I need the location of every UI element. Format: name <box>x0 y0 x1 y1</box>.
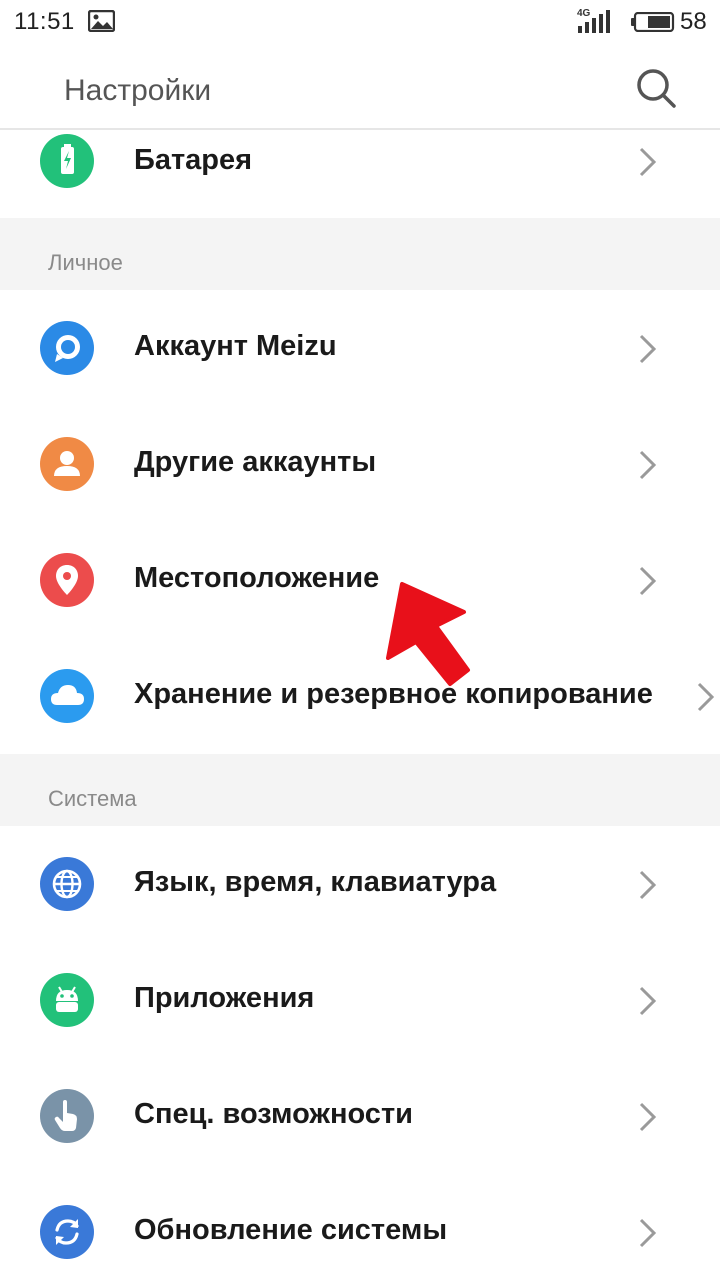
app-bar: Настройки <box>0 44 720 130</box>
chevron-right-icon <box>639 334 657 364</box>
section-header-system: Система <box>0 754 720 826</box>
battery-icon <box>40 134 94 188</box>
globe-icon <box>40 857 94 911</box>
section-header-personal: Личное <box>0 218 720 290</box>
red-arrow-annotation-icon <box>386 582 470 686</box>
settings-item-apps[interactable]: Приложения <box>0 942 720 1058</box>
update-icon <box>40 1205 94 1259</box>
chevron-right-icon <box>639 870 657 900</box>
settings-item-backup[interactable]: Хранение и резервное копирование <box>0 638 720 754</box>
chevron-right-icon <box>639 1102 657 1132</box>
settings-list: Батарея Личное Аккаунт Meizu Другие акка… <box>0 132 720 1280</box>
section-label: Система <box>48 786 137 811</box>
settings-item-label: Приложения <box>134 982 315 1014</box>
chevron-right-icon <box>639 566 657 596</box>
chevron-right-icon <box>639 986 657 1016</box>
settings-item-label: Местоположение <box>134 562 380 594</box>
settings-item-language[interactable]: Язык, время, клавиатура <box>0 826 720 942</box>
settings-item-label: Спец. возможности <box>134 1098 413 1130</box>
hand-icon <box>40 1089 94 1143</box>
signal-icon <box>578 10 610 33</box>
chevron-right-icon <box>639 450 657 480</box>
search-icon[interactable] <box>632 64 680 112</box>
chevron-right-icon <box>697 682 715 712</box>
settings-item-label: Батарея <box>134 144 253 176</box>
settings-item-label: Обновление системы <box>134 1214 448 1246</box>
meizu-account-icon <box>40 321 94 375</box>
settings-item-label: Аккаунт Meizu <box>134 330 337 362</box>
settings-screen: 11:51 4G 58 Настройки Батарея Личное Акк… <box>0 0 720 1280</box>
android-icon <box>40 973 94 1027</box>
status-time: 11:51 <box>14 8 75 35</box>
chevron-right-icon <box>639 147 657 177</box>
battery-status-icon <box>631 12 675 32</box>
battery-percent: 58 <box>680 8 707 35</box>
settings-item-meizu-account[interactable]: Аккаунт Meizu <box>0 290 720 406</box>
settings-item-label: Другие аккаунты <box>134 446 377 478</box>
settings-item-other-accounts[interactable]: Другие аккаунты <box>0 406 720 522</box>
cloud-icon <box>40 669 94 723</box>
user-icon <box>40 437 94 491</box>
chevron-right-icon <box>639 1218 657 1248</box>
settings-item-label: Язык, время, клавиатура <box>134 866 497 898</box>
section-label: Личное <box>48 250 123 275</box>
location-pin-icon <box>40 553 94 607</box>
settings-item-update[interactable]: Обновление системы <box>0 1174 720 1280</box>
status-bar: 11:51 4G 58 <box>0 0 720 44</box>
settings-item-location[interactable]: Местоположение <box>0 522 720 638</box>
settings-item-accessibility[interactable]: Спец. возможности <box>0 1058 720 1174</box>
image-notification-icon <box>88 10 115 32</box>
settings-item-battery[interactable]: Батарея <box>0 132 720 218</box>
page-title: Настройки <box>64 74 212 107</box>
